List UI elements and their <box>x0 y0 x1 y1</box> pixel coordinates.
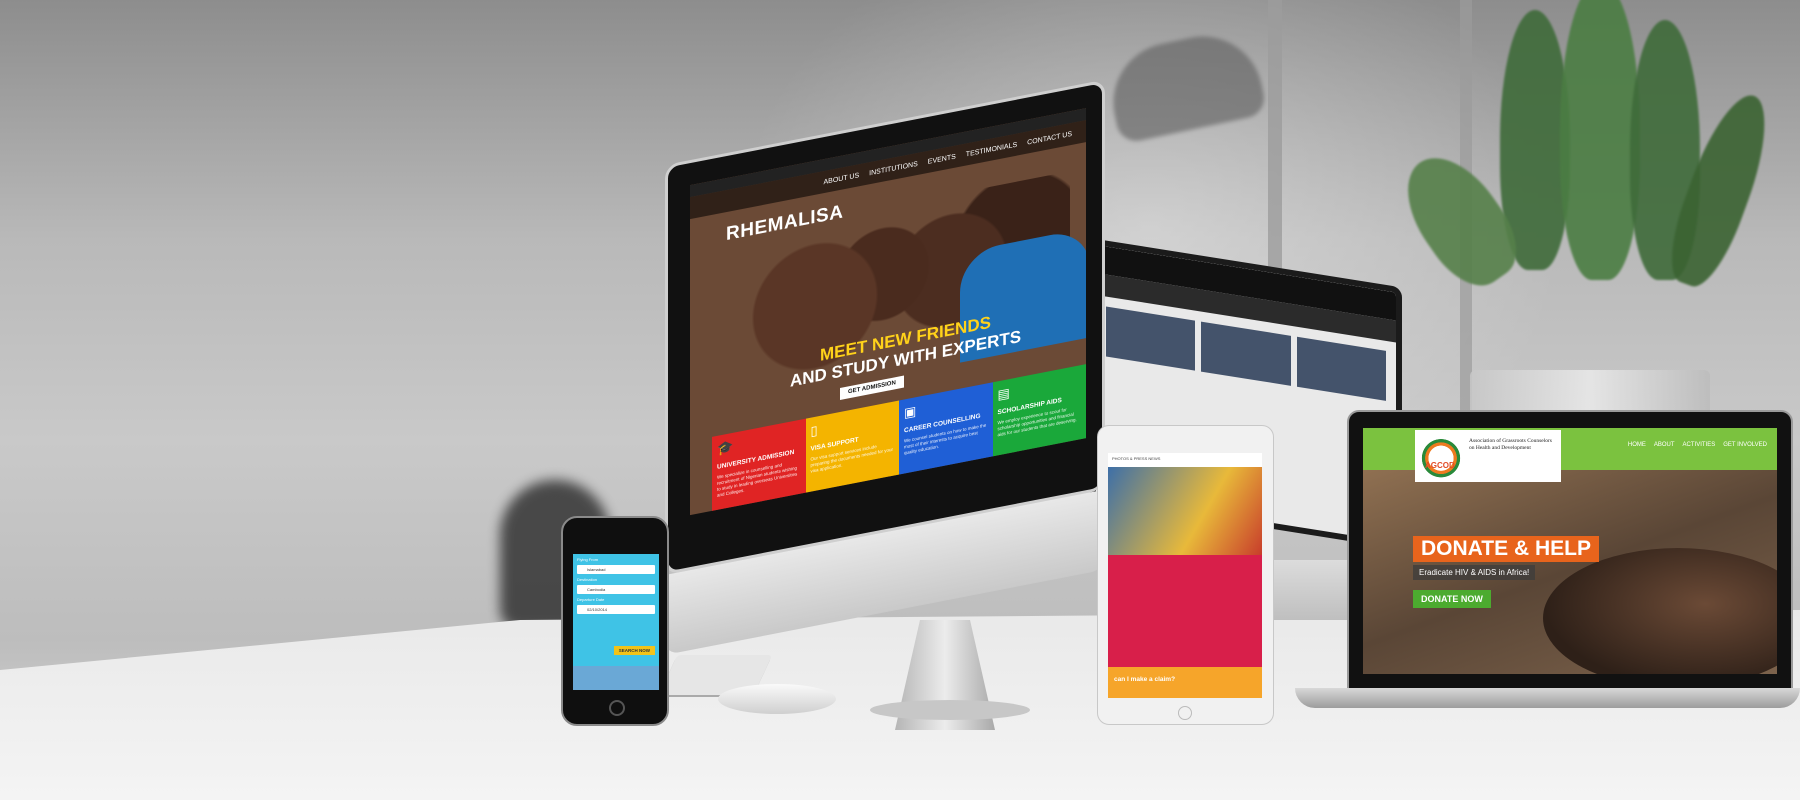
nav-testimonials[interactable]: TESTIMONIALS <box>966 141 1017 158</box>
tablet-header: PHOTOS & PRESS NEWS <box>1112 456 1161 461</box>
imac-stand-base <box>870 700 1030 720</box>
flying-from-input[interactable]: Islamabad <box>577 565 655 574</box>
tablet-website: PHOTOS & PRESS NEWS can I make a claim? <box>1108 453 1262 698</box>
tile-scholarship-aids[interactable]: ▤ SCHOLARSHIP AIDS We employ experience … <box>992 364 1086 463</box>
nav-home[interactable]: HOME <box>1628 442 1646 448</box>
logo-name: Association of Grassroots Counselors on … <box>1469 438 1552 451</box>
tile-career-counselling[interactable]: ▣ CAREER COUNSELLING We counsel students… <box>899 382 993 481</box>
departure-date-input[interactable]: 02/10/2014 <box>577 605 655 614</box>
ribbon-logo-icon <box>1419 434 1463 478</box>
flight-search-app: Flying From Islamabad Destination Cambod… <box>573 554 659 690</box>
logo-acronym: AGCOD <box>1425 461 1455 470</box>
magic-mouse <box>718 684 836 714</box>
agcod-logo[interactable]: AGCOD Association of Grassroots Counselo… <box>1415 430 1561 482</box>
iphone-device: Flying From Islamabad Destination Cambod… <box>561 516 669 726</box>
laptop-base <box>1295 688 1800 708</box>
statue-photo <box>573 666 659 690</box>
claim-banner[interactable]: can I make a claim? <box>1108 667 1262 698</box>
agcod-nav: HOME ABOUT ACTIVITIES GET INVOLVED <box>1628 442 1767 448</box>
tile-university-admission[interactable]: 🎓 UNIVERSITY ADMISSION We specialize in … <box>712 418 806 516</box>
ipad-device: PHOTOS & PRESS NEWS can I make a claim? <box>1097 425 1274 725</box>
nav-events[interactable]: EVENTS <box>928 153 956 165</box>
destination-input[interactable]: Cambodia <box>577 585 655 594</box>
donate-now-button[interactable]: DONATE NOW <box>1413 590 1491 608</box>
field-label: Flying From <box>577 557 599 562</box>
tablet-home-button[interactable] <box>1178 706 1192 720</box>
donate-headline: DONATE & HELP <box>1413 536 1599 562</box>
search-now-button[interactable]: SEARCH NOW <box>613 646 655 655</box>
field-label: Destination <box>577 577 598 582</box>
nav-activities[interactable]: ACTIVITIES <box>1683 442 1716 448</box>
nav-about[interactable]: ABOUT <box>1654 442 1675 448</box>
group-photo <box>1108 467 1262 555</box>
donate-subline: Eradicate HIV & AIDS in Africa! <box>1413 565 1536 580</box>
nav-contact[interactable]: CONTACT US <box>1027 130 1072 146</box>
claim-text: can I make a claim? <box>1114 676 1176 683</box>
nav-about[interactable]: ABOUT US <box>824 172 860 186</box>
nav-get-involved[interactable]: GET INVOLVED <box>1723 442 1767 448</box>
child-photo <box>1543 548 1777 674</box>
tile-visa-support[interactable]: ▯ VISA SUPPORT Our visa support services… <box>805 400 899 499</box>
imac-device: ABOUT US INSTITUTIONS EVENTS TESTIMONIAL… <box>665 79 1105 655</box>
red-content-block <box>1108 555 1262 667</box>
agcod-website: AGCOD Association of Grassroots Counselo… <box>1363 428 1777 674</box>
macbook-device: AGCOD Association of Grassroots Counselo… <box>1347 410 1793 690</box>
field-label: Departure Date <box>577 597 605 602</box>
nav-institutions[interactable]: INSTITUTIONS <box>869 160 918 176</box>
home-button[interactable] <box>609 700 625 716</box>
rhemalisa-website: ABOUT US INSTITUTIONS EVENTS TESTIMONIAL… <box>690 108 1086 516</box>
